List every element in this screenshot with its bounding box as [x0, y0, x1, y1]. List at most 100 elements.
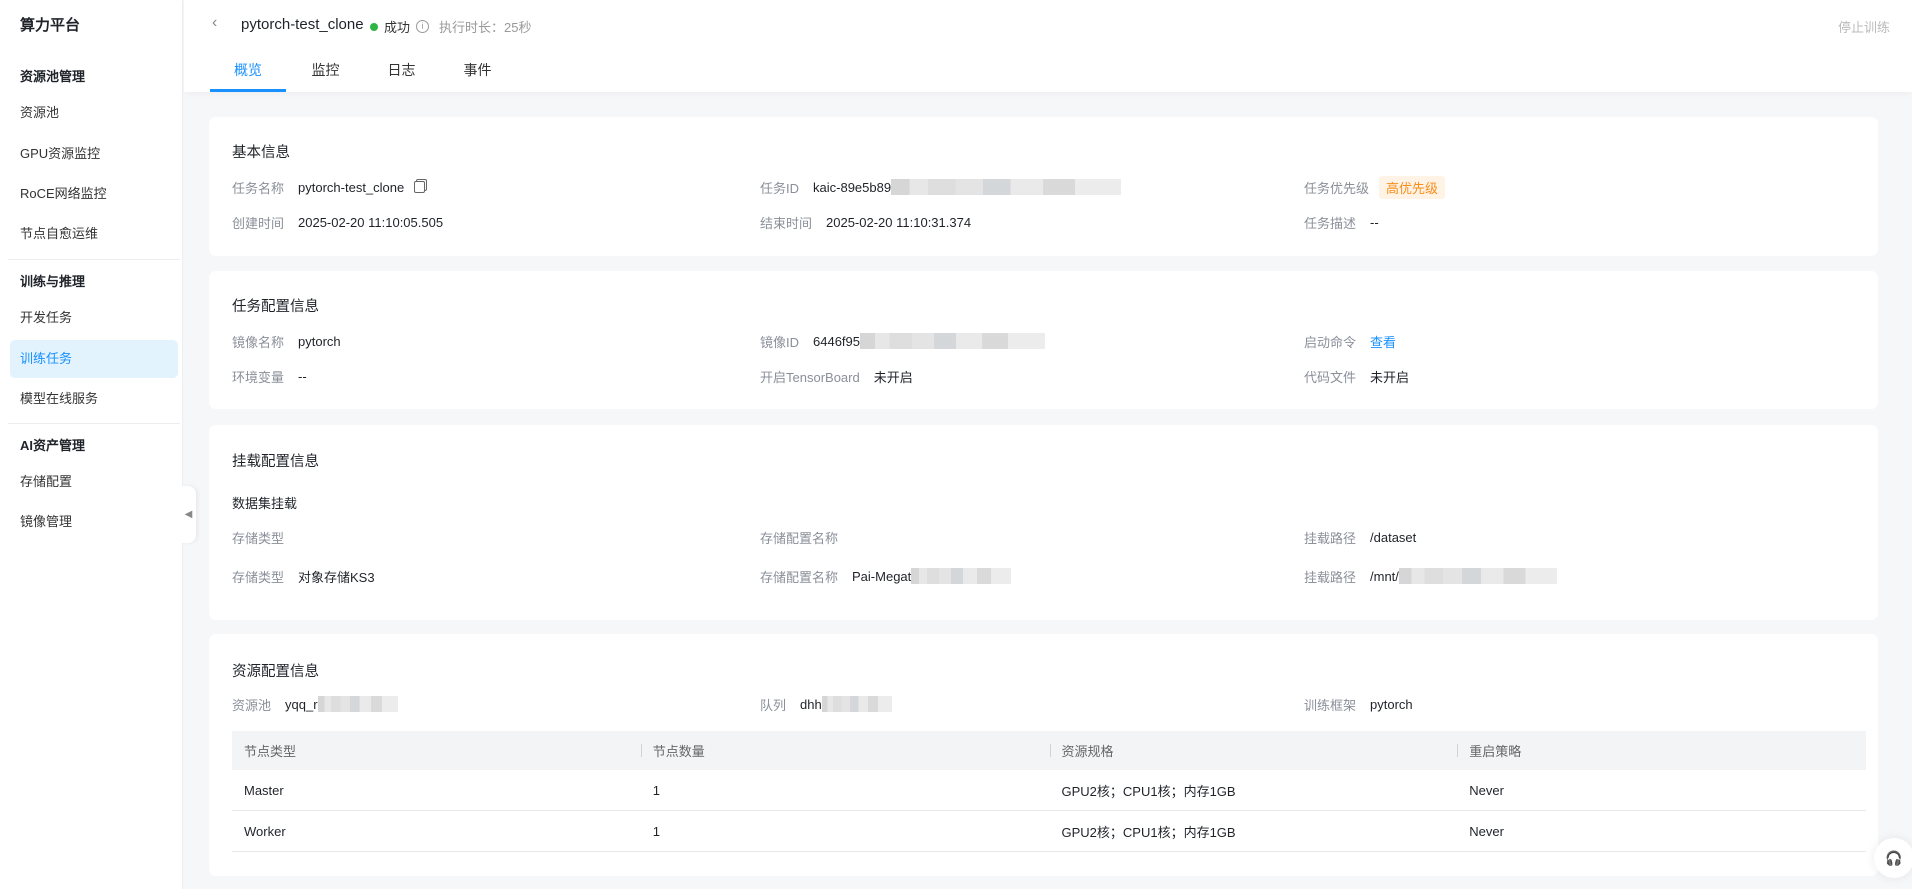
framework: pytorch [1370, 696, 1413, 712]
restart-policy: Never [1469, 823, 1504, 839]
back-chevron-icon[interactable]: ‹ [212, 14, 217, 32]
sidebar-item-storage-config[interactable]: 存储配置 [10, 463, 178, 501]
stop-training-button[interactable]: 停止训练 [1838, 17, 1890, 36]
label: 任务ID [760, 180, 800, 196]
node-type: Worker [244, 823, 286, 839]
label: 镜像名称 [232, 334, 285, 350]
table-row: Master 1 GPU2核；CPU1核；内存1GB Never [232, 770, 1866, 811]
success-dot-icon [370, 22, 378, 31]
node-count: 1 [652, 782, 660, 798]
info-icon[interactable]: i [416, 20, 430, 33]
redacted-block [911, 568, 1012, 584]
restart-policy: Never [1469, 782, 1504, 798]
column-header: 重启策略 [1457, 741, 1866, 760]
divider [8, 423, 180, 424]
sidebar-item-dev-tasks[interactable]: 开发任务 [10, 299, 178, 337]
label: 存储配置名称 [760, 569, 839, 585]
table-row: Worker 1 GPU2核；CPU1核；内存1GB Never [232, 811, 1866, 852]
column-header: 资源规格 [1049, 741, 1458, 760]
node-type: Master [244, 782, 284, 798]
label: 镜像ID [760, 334, 800, 350]
label: 结束时间 [760, 215, 813, 231]
label: 资源池 [232, 697, 272, 713]
tab-events[interactable]: 事件 [441, 60, 514, 92]
resource-config-card: 资源配置信息 资源池 yqq_r 队列 dhh 训练框架 pytorch 节点类型 节… [209, 634, 1878, 876]
label: 启动命令 [1304, 334, 1357, 350]
label: 训练框架 [1304, 697, 1357, 713]
customer-support-button[interactable]: 🎧 [1874, 838, 1912, 878]
sidebar-item-node-healing[interactable]: 节点自愈运维 [10, 215, 178, 253]
label: 任务优先级 [1304, 180, 1370, 196]
basic-info-card: 基本信息 任务名称 pytorch-test_clone 任务ID kaic-89e… [209, 117, 1878, 256]
mount-path: /mnt/ [1370, 568, 1399, 584]
sidebar: 算力平台 资源池管理 资源池 GPU资源监控 RoCE网络监控 节点自愈运维 训… [0, 0, 183, 889]
column-header: 节点数量 [640, 741, 1050, 760]
task-id: kaic-89e5b89 [813, 179, 892, 195]
label: 开启TensorBoard [760, 369, 860, 385]
redacted-block [860, 333, 1046, 349]
redacted-block [821, 696, 892, 712]
task-name: pytorch-test_clone [298, 179, 405, 195]
code-file-status: 未开启 [1370, 369, 1410, 385]
label: 环境变量 [232, 369, 285, 385]
job-status: 成功 i 执行时长：25秒 [370, 17, 531, 36]
redacted-block [317, 696, 398, 712]
column-header: 节点类型 [244, 744, 297, 759]
task-description: -- [1370, 214, 1379, 230]
sidebar-item-training-tasks[interactable]: 训练任务 [10, 340, 178, 378]
resource-spec: GPU2核；CPU1核；内存1GB [1061, 824, 1236, 840]
page-header: ‹ pytorch-test_clone 成功 i 执行时长：25秒 停止训练 … [184, 0, 1912, 92]
status-text: 成功 [384, 20, 411, 35]
label: 任务名称 [232, 180, 285, 196]
resource-pool: yqq_r [285, 696, 318, 712]
label: 存储配置名称 [760, 530, 839, 546]
dataset-mount-subtitle: 数据集挂载 [232, 496, 298, 511]
redacted-block [1398, 568, 1557, 584]
section-training: 训练与推理 [20, 274, 86, 289]
label: 存储类型 [232, 569, 285, 585]
sidebar-item-image-management[interactable]: 镜像管理 [10, 503, 178, 541]
section-resource-pool: 资源池管理 [20, 69, 86, 84]
sidebar-item-roce-monitor[interactable]: RoCE网络监控 [10, 175, 178, 213]
sidebar-item-gpu-monitor[interactable]: GPU资源监控 [10, 135, 178, 173]
ended-time: 2025-02-20 11:10:31.374 [826, 214, 972, 230]
caret-left-icon: ◀ [184, 509, 193, 520]
node-count: 1 [652, 823, 660, 839]
node-table: 节点类型 节点数量 资源规格 重启策略 Master 1 GPU2核；CPU1核… [232, 731, 1866, 852]
env-vars: -- [298, 368, 307, 384]
label: 代码文件 [1304, 369, 1357, 385]
queue: dhh [800, 696, 822, 712]
platform-title: 算力平台 [20, 17, 81, 34]
storage-config-name: Pai-Megat [852, 568, 912, 584]
created-time: 2025-02-20 11:10:05.505 [298, 214, 444, 230]
sidebar-item-model-serving[interactable]: 模型在线服务 [10, 380, 178, 418]
job-title: pytorch-test_clone [241, 16, 364, 33]
label: 挂载路径 [1304, 569, 1357, 585]
label: 队列 [760, 697, 787, 713]
tab-monitor[interactable]: 监控 [289, 60, 362, 92]
headset-icon: 🎧 [1885, 849, 1903, 866]
storage-type: 对象存储KS3 [298, 569, 375, 585]
collapse-sidebar-button[interactable]: ◀ [181, 486, 196, 543]
mount-config-card: 挂载配置信息 数据集挂载 存储类型 存储配置名称 挂载路径/dataset 存储… [209, 425, 1878, 620]
sidebar-item-resource-pool[interactable]: 资源池 [10, 94, 178, 132]
card-title: 资源配置信息 [232, 664, 319, 680]
tab-bar: 概览 监控 日志 事件 [210, 60, 517, 92]
copy-icon[interactable] [414, 181, 426, 193]
label: 挂载路径 [1304, 530, 1357, 546]
label: 创建时间 [232, 215, 285, 231]
image-id: 6446f95 [813, 333, 861, 349]
tab-logs[interactable]: 日志 [365, 60, 438, 92]
priority-badge: 高优先级 [1379, 175, 1446, 199]
image-name: pytorch [298, 333, 341, 349]
tensorboard-status: 未开启 [873, 369, 913, 385]
label: 存储类型 [232, 530, 285, 546]
resource-spec: GPU2核；CPU1核；内存1GB [1061, 783, 1236, 799]
view-command-link[interactable]: 查看 [1370, 332, 1396, 351]
tab-overview[interactable]: 概览 [210, 60, 286, 92]
task-config-card: 任务配置信息 镜像名称 pytorch 镜像ID 6446f95 启动命令 查看 环境… [209, 271, 1878, 409]
table-header: 节点类型 节点数量 资源规格 重启策略 [232, 731, 1866, 770]
card-title: 任务配置信息 [232, 299, 319, 315]
card-title: 挂载配置信息 [232, 454, 319, 470]
section-ai-assets: AI资产管理 [20, 438, 86, 453]
